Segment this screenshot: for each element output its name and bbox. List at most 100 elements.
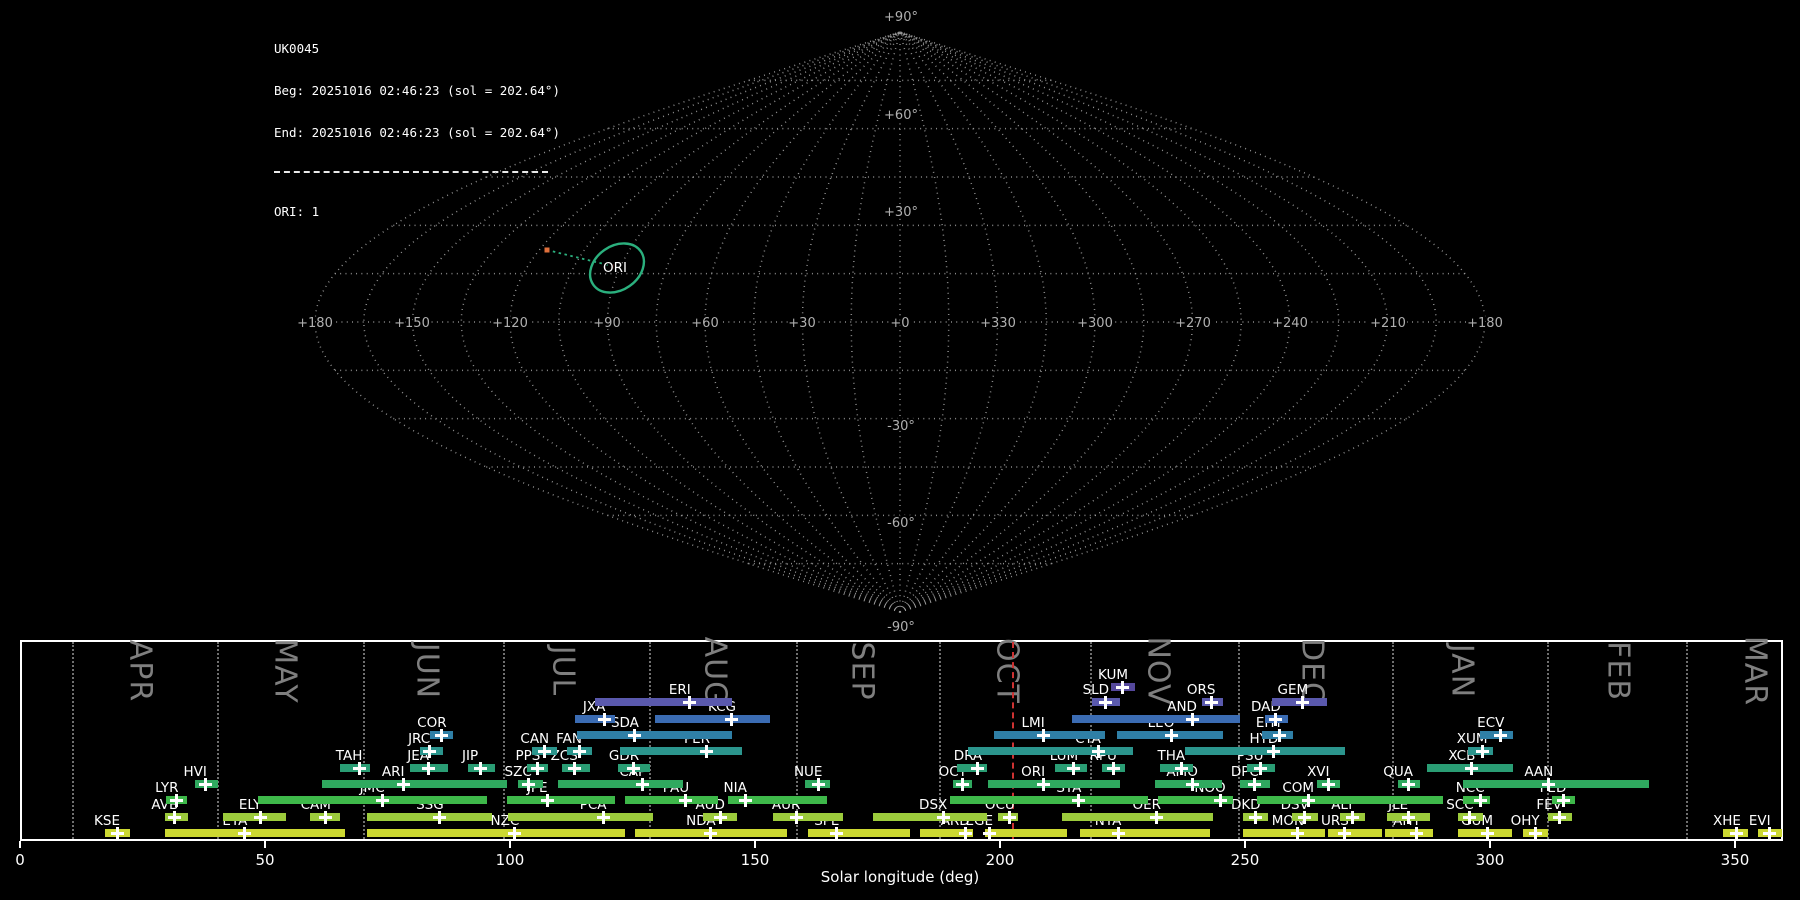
peak-marker-v xyxy=(705,744,709,758)
shower-peak-marker-JLE xyxy=(1401,810,1415,824)
peak-marker-v xyxy=(1218,793,1222,807)
shower-peak-marker-AVB xyxy=(168,810,182,824)
shower-peak-marker-COM xyxy=(1301,793,1315,807)
shower-bar-PAU xyxy=(625,796,718,804)
month-label-MAY: MAY xyxy=(267,638,303,704)
peak-marker-v xyxy=(1406,777,1410,791)
shower-bar-MON xyxy=(1243,829,1325,837)
map-longitude-label: +60 xyxy=(691,316,718,331)
shower-peak-marker-CAP xyxy=(636,777,650,791)
shower-peak-marker-NTA xyxy=(1111,826,1125,840)
x-tick-100 xyxy=(509,841,511,848)
peak-marker-v xyxy=(1480,744,1484,758)
radiant-label: ORI xyxy=(603,260,627,276)
peak-marker-v xyxy=(743,793,747,807)
peak-marker-v xyxy=(1254,810,1258,824)
x-tick-250 xyxy=(1244,841,1246,848)
shower-peak-marker-OHY xyxy=(1528,826,1542,840)
month-label-FEB: FEB xyxy=(1600,641,1636,701)
peak-marker-v xyxy=(1096,744,1100,758)
map-latitude-label: +30° xyxy=(884,205,918,220)
peak-marker-v xyxy=(1072,761,1076,775)
peak-marker-v xyxy=(684,793,688,807)
peak-marker-v xyxy=(987,826,991,840)
shower-peak-marker-NIA xyxy=(738,793,752,807)
peak-marker-v xyxy=(1008,810,1012,824)
shower-bar-PER xyxy=(619,747,742,755)
peak-marker-v xyxy=(641,777,645,791)
shower-peak-marker-ALY xyxy=(1346,810,1360,824)
x-axis-title: Solar longitude (deg) xyxy=(820,868,980,886)
shower-peak-marker-CAM xyxy=(319,810,333,824)
shower-peak-marker-LUM xyxy=(1067,761,1081,775)
shower-peak-marker-URS xyxy=(1338,826,1352,840)
shower-peak-marker-OCU xyxy=(1003,810,1017,824)
shower-peak-marker-XCB xyxy=(1465,761,1479,775)
shower-peak-marker-THA xyxy=(1174,761,1188,775)
peak-marker-v xyxy=(324,810,328,824)
shower-peak-marker-SCC xyxy=(1463,810,1477,824)
peak-marker-v xyxy=(543,744,547,758)
x-tick-200 xyxy=(999,841,1001,848)
meteor-shower-plot-window: UK0045 Beg: 20251016 02:46:23 (sol = 202… xyxy=(0,0,1800,900)
shower-peak-marker-ORS xyxy=(1204,695,1218,709)
shower-peak-marker-AUD xyxy=(713,810,727,824)
month-line-APR xyxy=(72,642,74,839)
peak-marker-v xyxy=(1735,826,1739,840)
month-line-JUL xyxy=(503,642,505,839)
shower-peak-marker-DKD xyxy=(1249,810,1263,824)
shower-peak-marker-COR xyxy=(435,728,449,742)
map-longitude-label: +150 xyxy=(394,316,430,331)
map-pole-label: -90° xyxy=(887,620,915,635)
peak-marker-v xyxy=(794,810,798,824)
peak-marker-v xyxy=(1301,695,1305,709)
month-label-APR: APR xyxy=(122,639,158,703)
shower-peak-marker-XVI xyxy=(1321,777,1335,791)
shower-peak-marker-EVI xyxy=(1763,826,1777,840)
shower-peak-marker-JEA xyxy=(421,761,435,775)
map-longitude-label: +240 xyxy=(1272,316,1308,331)
shower-peak-marker-PAU xyxy=(679,793,693,807)
shower-bar-NZC xyxy=(366,829,626,837)
peak-marker-v xyxy=(941,810,945,824)
month-label-MAR: MAR xyxy=(1737,635,1773,707)
peak-marker-v xyxy=(1768,826,1772,840)
peak-marker-v xyxy=(1272,744,1276,758)
shower-peak-marker-SLD xyxy=(1099,695,1113,709)
x-tick-0 xyxy=(19,841,21,848)
shower-peak-marker-PCA xyxy=(596,810,610,824)
peak-marker-v xyxy=(380,793,384,807)
shower-peak-marker-OCT xyxy=(956,777,970,791)
shower-peak-marker-XUM xyxy=(1475,744,1489,758)
peak-marker-v xyxy=(1209,695,1213,709)
shower-bar-DSX xyxy=(873,813,987,821)
map-longitude-label: +300 xyxy=(1077,316,1113,331)
month-label-NOV: NOV xyxy=(1140,636,1176,706)
peak-marker-v xyxy=(816,777,820,791)
shower-bar-ETA xyxy=(165,829,345,837)
shower-peak-marker-EHY xyxy=(1272,728,1286,742)
shower-peak-marker-SZC xyxy=(521,777,535,791)
shower-peak-marker-AHY xyxy=(1410,826,1424,840)
shower-peak-marker-GEM xyxy=(1296,695,1310,709)
shower-peak-marker-DSV xyxy=(1298,810,1312,824)
radiant-map-svg: +90° -90° +60° +30° -30° -60° +180 +150 +120 +90 +… xyxy=(295,8,1505,637)
shower-peak-marker-CAN xyxy=(538,744,552,758)
peak-marker-v xyxy=(1485,826,1489,840)
peak-marker-v xyxy=(709,826,713,840)
shower-bar-ORI xyxy=(988,780,1121,788)
shower-peak-marker-KCG xyxy=(725,712,739,726)
map-longitude-label: +0 xyxy=(890,316,909,331)
x-tick-label-200: 200 xyxy=(985,851,1015,869)
peak-marker-v xyxy=(1533,826,1537,840)
peak-marker-v xyxy=(1406,810,1410,824)
shower-peak-marker-MON xyxy=(1291,826,1305,840)
peak-marker-v xyxy=(438,810,442,824)
shower-bar-AAN xyxy=(1463,780,1649,788)
peak-marker-v xyxy=(1041,777,1045,791)
peak-marker-v xyxy=(577,744,581,758)
shower-bar-ARI xyxy=(321,780,508,788)
shower-peak-marker-JPE xyxy=(540,793,554,807)
peak-marker-v xyxy=(115,826,119,840)
peak-marker-v xyxy=(1557,810,1561,824)
